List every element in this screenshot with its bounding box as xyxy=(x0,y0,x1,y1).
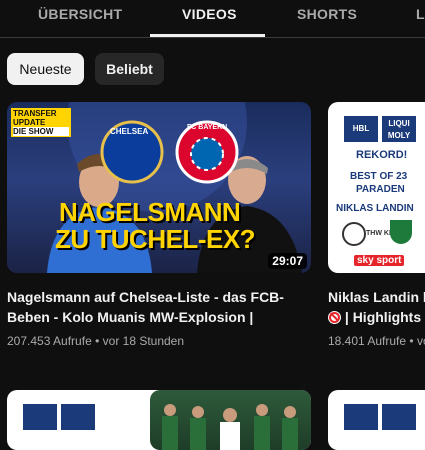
headline-line-2: ZU TUCHEL-EX? xyxy=(55,224,256,254)
video-meta-2: 18.401 Aufrufe • vor 1 xyxy=(328,334,425,348)
meta-separator: • xyxy=(409,334,417,348)
chelsea-crest-label: CHELSEA xyxy=(110,127,149,136)
video-title-2-line-1[interactable]: Niklas Landin b xyxy=(328,287,425,307)
upload-age: vor 18 Stunden xyxy=(102,334,185,348)
filter-popular-chip[interactable]: Beliebt xyxy=(95,53,164,85)
badge-line-1: TRANSFER xyxy=(13,109,57,118)
tab-live[interactable]: L xyxy=(416,6,425,22)
opponent-crest xyxy=(390,220,412,244)
video-meta-1: 207.453 Aufrufe • vor 18 Stunden xyxy=(7,334,184,348)
sky-sport-logo: sky sport xyxy=(354,255,405,266)
view-count: 18.401 Aufrufe xyxy=(328,334,407,348)
tab-overview[interactable]: ÜBERSICHT xyxy=(38,6,122,22)
upload-age: vor 1 xyxy=(416,334,425,348)
video-title-2-text: | Highlights xyxy=(344,309,422,325)
rekord-label: REKORD! xyxy=(356,149,408,161)
liqui-moly-logo: LIQUI MOLY xyxy=(382,116,416,142)
channel-tabs: ÜBERSICHT VIDEOS SHORTS L xyxy=(0,0,425,38)
transfer-update-badge: TRANSFER UPDATE DIE SHOW xyxy=(11,108,71,137)
tab-videos[interactable]: VIDEOS xyxy=(182,6,237,22)
badge-line-3: DIE SHOW xyxy=(13,127,69,136)
video-duration-badge: 29:07 xyxy=(268,253,307,269)
video-thumbnail-2[interactable]: HBL LIQUI MOLY REKORD! BEST OF 23 PARADE… xyxy=(328,102,425,273)
video-thumbnail-1[interactable]: TRANSFER UPDATE DIE SHOW CHELSEA FC BAYE… xyxy=(7,102,311,273)
no-entry-emoji-icon xyxy=(328,311,341,324)
bayern-crest-label: FC BAYERN xyxy=(187,124,228,131)
meta-separator: • xyxy=(95,334,103,348)
liqui-moly-logo xyxy=(382,404,416,430)
video-title-2-line-2[interactable]: | Highlights xyxy=(328,307,425,327)
liqui-moly-logo xyxy=(61,404,95,430)
best-of-line-2: PARADEN xyxy=(356,184,405,195)
video-title-1[interactable]: Nagelsmann auf Chelsea-Liste - das FCB-B… xyxy=(7,287,312,327)
view-count: 207.453 Aufrufe xyxy=(7,334,92,348)
filter-newest-chip[interactable]: Neueste xyxy=(7,53,84,85)
hbl-logo xyxy=(23,404,57,430)
thw-kiel-logo xyxy=(342,222,366,246)
player-name: NIKLAS LANDIN xyxy=(336,203,414,214)
badge-line-2: UPDATE xyxy=(13,118,46,127)
hbl-logo: HBL xyxy=(344,116,378,142)
best-of-line-1: BEST OF 23 xyxy=(350,171,408,182)
active-tab-indicator xyxy=(150,34,265,37)
video-thumbnail-5[interactable] xyxy=(328,390,425,450)
team-photo-art xyxy=(162,404,298,450)
video-thumbnail-4[interactable] xyxy=(150,390,311,450)
tab-shorts[interactable]: SHORTS xyxy=(297,6,357,22)
hbl-logo xyxy=(344,404,378,430)
